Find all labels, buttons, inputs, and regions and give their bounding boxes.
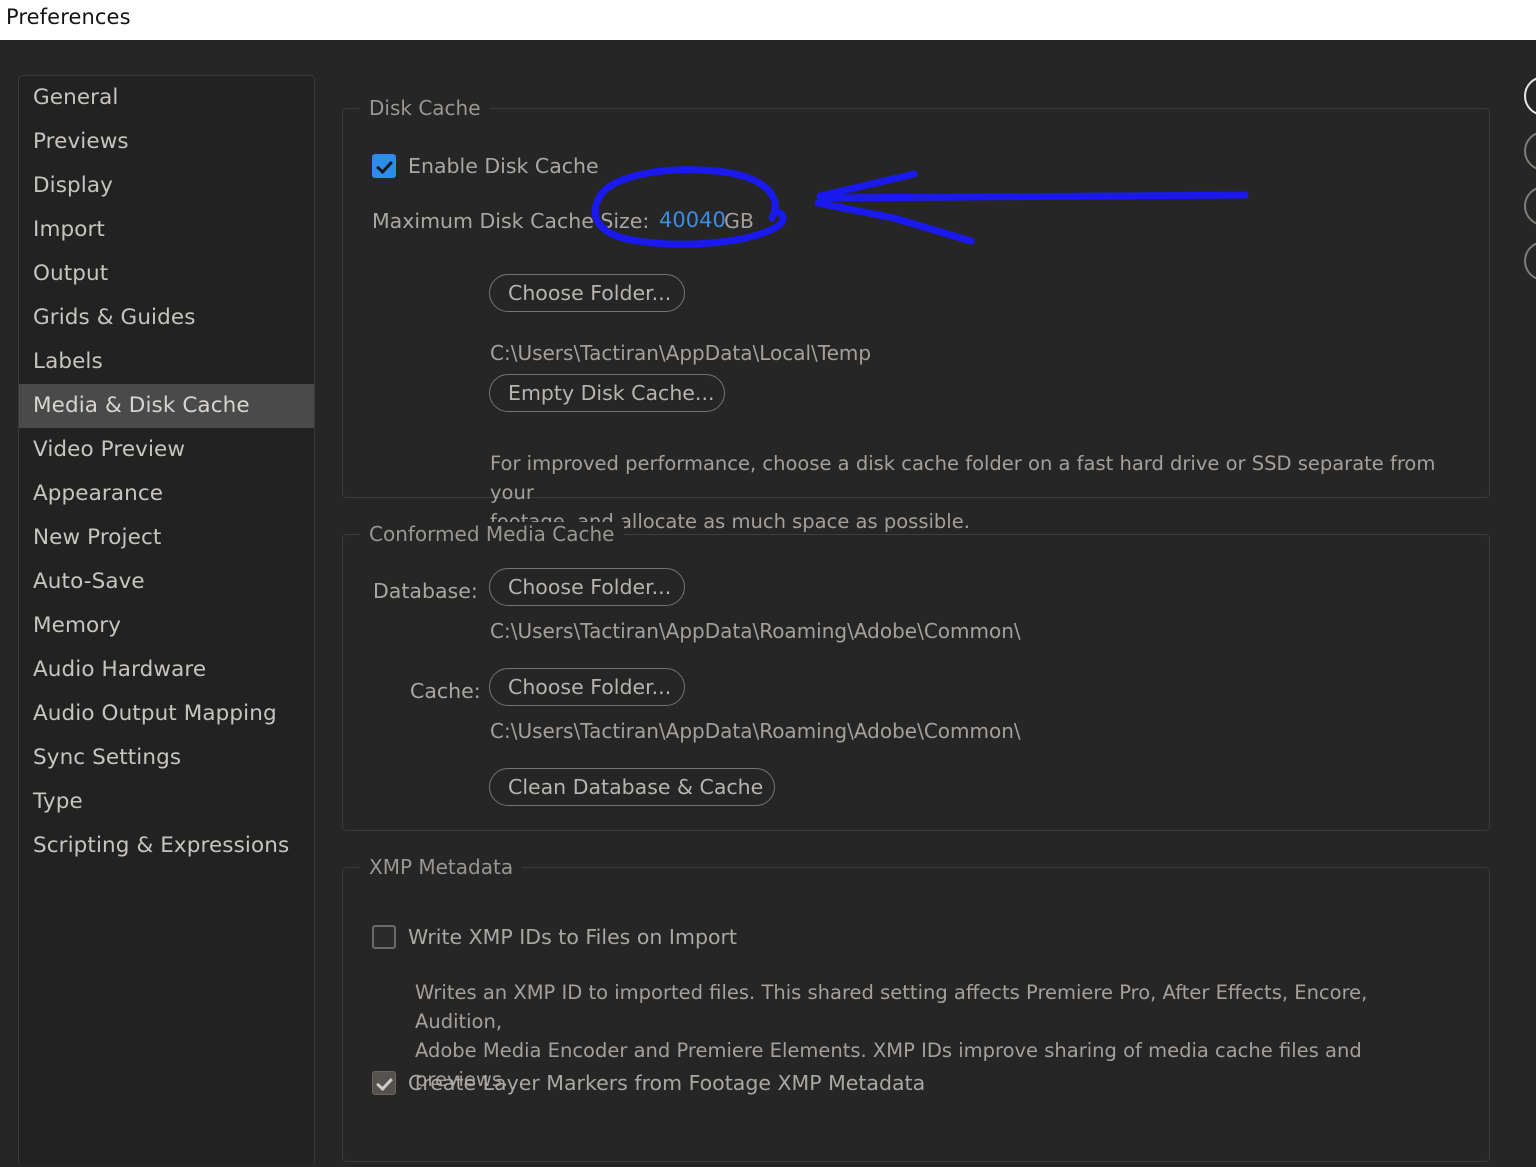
max-disk-cache-size-value[interactable]: 40040 <box>659 208 726 232</box>
sidebar-item-labels[interactable]: Labels <box>19 340 314 384</box>
sidebar-item-appearance[interactable]: Appearance <box>19 472 314 516</box>
sidebar-item-memory[interactable]: Memory <box>19 604 314 648</box>
database-path: C:\Users\Tactiran\AppData\Roaming\Adobe\… <box>490 619 1021 643</box>
sidebar-item-label: Type <box>33 789 83 814</box>
database-label: Database: <box>373 579 478 603</box>
sidebar-item-import[interactable]: Import <box>19 208 314 252</box>
sidebar-item-label: Labels <box>33 349 103 374</box>
sidebar-item-label: Memory <box>33 613 122 638</box>
sidebar-item-auto-save[interactable]: Auto-Save <box>19 560 314 604</box>
sidebar-item-label: Import <box>33 217 105 242</box>
preferences-dialog: Preferences General Previews Display Import… <box>0 0 1536 1167</box>
sidebar-item-general[interactable]: General <box>19 76 314 120</box>
create-layer-markers-row[interactable]: Create Layer Markers from Footage XMP Me… <box>372 1071 925 1095</box>
sidebar-item-label: Grids & Guides <box>33 305 196 330</box>
enable-disk-cache-label: Enable Disk Cache <box>408 154 599 178</box>
sidebar-item-type[interactable]: Type <box>19 780 314 824</box>
sidebar-item-audio-hardware[interactable]: Audio Hardware <box>19 648 314 692</box>
title-bar: Preferences <box>0 0 1536 40</box>
sidebar-item-label: Appearance <box>33 481 164 506</box>
sidebar-item-video-preview[interactable]: Video Preview <box>19 428 314 472</box>
preferences-content-pane: Disk Cache Enable Disk Cache Maximum Dis… <box>342 40 1536 1167</box>
sidebar-item-display[interactable]: Display <box>19 164 314 208</box>
preferences-category-list[interactable]: General Previews Display Import Output Grids … <box>18 75 315 1165</box>
disk-cache-description: For improved performance, choose a disk … <box>490 449 1450 536</box>
write-xmp-ids-checkbox[interactable] <box>372 925 396 949</box>
xmp-metadata-group: XMP Metadata Write XMP IDs to Files on I… <box>342 855 1490 1162</box>
create-layer-markers-checkbox[interactable] <box>372 1071 396 1095</box>
sidebar-item-label: Video Preview <box>33 437 186 462</box>
window-title: Preferences <box>6 5 131 29</box>
dialog-body: General Previews Display Import Output Grids … <box>0 40 1536 1167</box>
sidebar-item-label: Media & Disk Cache <box>33 393 250 418</box>
sidebar-item-label: Auto-Save <box>33 569 145 594</box>
max-disk-cache-size-label: Maximum Disk Cache Size: <box>372 209 650 233</box>
sidebar-item-new-project[interactable]: New Project <box>19 516 314 560</box>
sidebar-item-previews[interactable]: Previews <box>19 120 314 164</box>
disk-cache-legend: Disk Cache <box>360 96 490 120</box>
sidebar-item-scripting-expressions[interactable]: Scripting & Expressions <box>19 824 314 868</box>
max-disk-cache-size-unit: GB <box>724 209 754 233</box>
disk-cache-description-line-1: For improved performance, choose a disk … <box>490 452 1436 504</box>
write-xmp-ids-row[interactable]: Write XMP IDs to Files on Import <box>372 925 737 949</box>
sidebar-item-label: Audio Output Mapping <box>33 701 277 726</box>
xmp-metadata-legend: XMP Metadata <box>360 855 523 879</box>
sidebar-item-label: New Project <box>33 525 162 550</box>
sidebar-item-grids-guides[interactable]: Grids & Guides <box>19 296 314 340</box>
write-xmp-ids-description-line-1: Writes an XMP ID to imported files. This… <box>415 981 1368 1033</box>
sidebar-item-label: Sync Settings <box>33 745 182 770</box>
conformed-media-cache-group: Conformed Media Cache Database: Choose F… <box>342 522 1490 831</box>
sidebar-item-label: Previews <box>33 129 129 154</box>
sidebar-item-output[interactable]: Output <box>19 252 314 296</box>
empty-disk-cache-button[interactable]: Empty Disk Cache... <box>489 374 725 412</box>
sidebar-item-media-disk-cache[interactable]: Media & Disk Cache <box>19 384 314 428</box>
sidebar-item-label: Audio Hardware <box>33 657 207 682</box>
clean-database-and-cache-button[interactable]: Clean Database & Cache <box>489 768 775 806</box>
database-choose-folder-button[interactable]: Choose Folder... <box>489 568 685 606</box>
sidebar-item-label: Display <box>33 173 113 198</box>
sidebar-item-audio-output-mapping[interactable]: Audio Output Mapping <box>19 692 314 736</box>
sidebar-item-label: General <box>33 85 119 110</box>
disk-cache-group: Disk Cache Enable Disk Cache Maximum Dis… <box>342 96 1490 533</box>
sidebar-item-sync-settings[interactable]: Sync Settings <box>19 736 314 780</box>
sidebar-item-label: Output <box>33 261 109 286</box>
conformed-media-cache-legend: Conformed Media Cache <box>360 522 624 546</box>
enable-disk-cache-checkbox[interactable] <box>372 154 396 178</box>
disk-cache-folder-path: C:\Users\Tactiran\AppData\Local\Temp <box>490 341 872 365</box>
write-xmp-ids-label: Write XMP IDs to Files on Import <box>408 925 737 949</box>
sidebar-item-label: Scripting & Expressions <box>33 833 290 858</box>
cache-choose-folder-button[interactable]: Choose Folder... <box>489 668 685 706</box>
enable-disk-cache-row[interactable]: Enable Disk Cache <box>372 154 599 178</box>
create-layer-markers-label: Create Layer Markers from Footage XMP Me… <box>408 1071 926 1095</box>
cache-label: Cache: <box>410 679 481 703</box>
cache-path: C:\Users\Tactiran\AppData\Roaming\Adobe\… <box>490 719 1021 743</box>
disk-cache-choose-folder-button[interactable]: Choose Folder... <box>489 274 685 312</box>
